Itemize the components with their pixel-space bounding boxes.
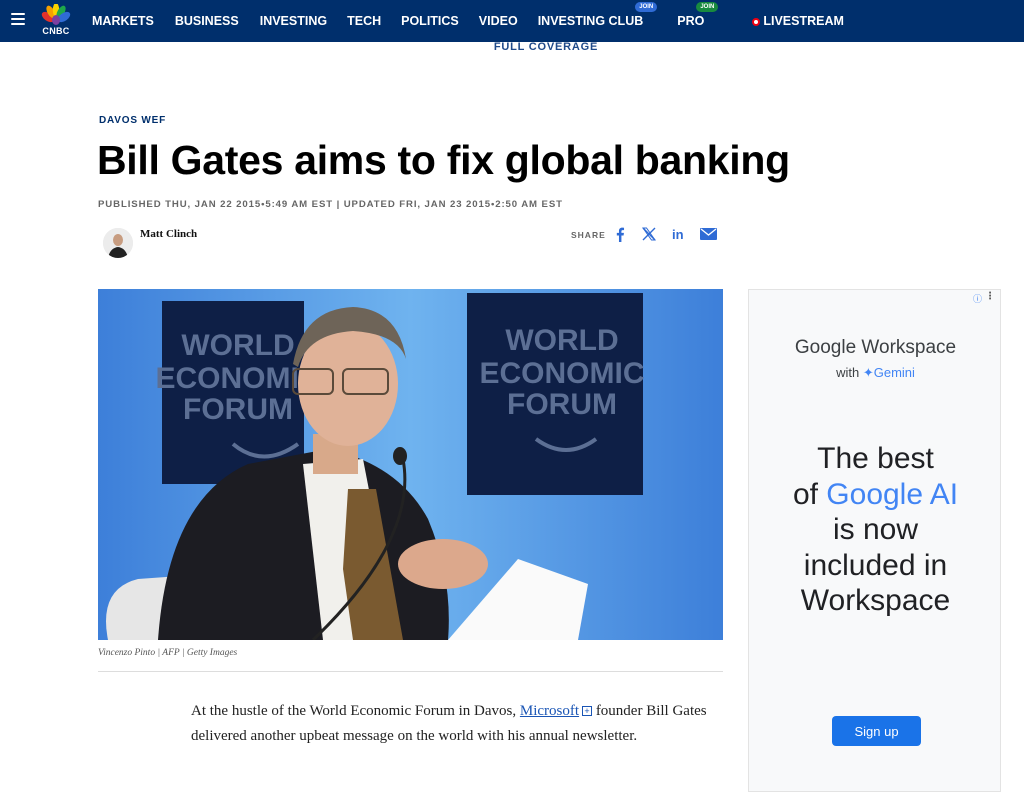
add-to-watchlist-icon[interactable]: + <box>582 706 593 716</box>
gemini-star-icon: ✦ <box>862 365 874 380</box>
logo-text: CNBC <box>42 26 70 36</box>
banner-left-line2: ECONOMIC <box>156 362 321 395</box>
article-kicker[interactable]: DAVOS WEF <box>99 115 166 126</box>
ad-with-text: with <box>836 365 860 380</box>
linkedin-icon[interactable]: in <box>670 225 688 243</box>
ad-with-gemini: with ✦Gemini <box>749 365 1002 381</box>
google-workspace-ad[interactable]: ⓘ ⋮ Google Workspace with ✦Gemini The be… <box>748 289 1001 792</box>
nav-pro[interactable]: PRO JOIN <box>677 2 719 28</box>
image-caption: Vincenzo Pinto | AFP | Getty Images <box>98 648 238 658</box>
nav-livestream[interactable]: LIVESTREAM <box>752 14 844 28</box>
banner-left-line1: WORLD <box>181 329 294 362</box>
top-nav: CNBC MARKETS BUSINESS INVESTING TECH POL… <box>0 0 1024 42</box>
ad-info-icon[interactable]: ⓘ <box>973 292 982 305</box>
cnbc-logo[interactable]: CNBC <box>38 3 74 36</box>
ad-headline-line1: The best <box>817 442 934 475</box>
live-dot-icon <box>752 18 761 26</box>
author-photo <box>103 228 133 258</box>
x-icon[interactable] <box>640 225 658 243</box>
author-avatar[interactable] <box>103 228 133 258</box>
article-headline: Bill Gates aims to fix global banking <box>97 137 790 183</box>
nav-items: MARKETS BUSINESS INVESTING TECH POLITICS… <box>92 0 844 42</box>
full-coverage-link[interactable]: FULL COVERAGE <box>0 41 1024 53</box>
ad-gemini-text: Gemini <box>873 365 915 380</box>
article-hero-image: WORLD ECONOMIC FORUM WORLD ECONOMIC FORU… <box>98 289 723 640</box>
banner-left-line3: FORUM <box>183 393 293 426</box>
nav-tech[interactable]: TECH <box>347 14 381 28</box>
divider <box>98 671 723 672</box>
microsoft-link[interactable]: Microsoft <box>520 703 579 719</box>
ad-brand: Google Workspace <box>794 337 957 358</box>
nav-investing-club-label: INVESTING CLUB <box>537 14 644 28</box>
ad-sign-up-button[interactable]: Sign up <box>832 716 921 746</box>
menu-icon[interactable] <box>11 13 25 25</box>
article-dateline: PUBLISHED THU, JAN 22 2015•5:49 AM EST |… <box>98 199 563 210</box>
nav-livestream-label: LIVESTREAM <box>763 14 844 28</box>
ad-headline-line3: is now <box>832 513 919 546</box>
banner-right-line1: WORLD <box>505 324 618 357</box>
nav-video[interactable]: VIDEO <box>479 14 518 28</box>
banner-right-line2: ECONOMIC <box>480 357 645 390</box>
email-icon[interactable] <box>699 225 717 243</box>
article-body-paragraph: At the hustle of the World Economic Foru… <box>191 699 716 749</box>
nav-investing[interactable]: INVESTING <box>260 14 327 28</box>
svg-text:in: in <box>672 228 684 241</box>
nav-business[interactable]: BUSINESS <box>175 14 239 28</box>
nav-pro-label: PRO <box>677 14 705 28</box>
join-badge: JOIN <box>696 2 719 12</box>
nav-markets[interactable]: MARKETS <box>92 14 154 28</box>
nav-investing-club[interactable]: INVESTING CLUB JOIN <box>537 2 658 28</box>
ad-headline: The best of Google AI is now included in… <box>749 441 1002 619</box>
ad-options-icon[interactable]: ⋮ <box>985 291 995 302</box>
peacock-icon <box>41 3 71 25</box>
photo-bill-gates: WORLD ECONOMIC FORUM WORLD ECONOMIC FORU… <box>98 289 723 640</box>
ad-headline-google-ai: Google AI <box>826 477 959 511</box>
author-name[interactable]: Matt Clinch <box>140 228 197 240</box>
body-text-before: At the hustle of the World Economic Foru… <box>191 703 520 719</box>
ad-headline-line2: of Google AI <box>749 477 1002 513</box>
ad-headline-line5: Workspace <box>800 584 951 617</box>
nav-politics[interactable]: POLITICS <box>401 14 459 28</box>
ad-headline-of: of <box>792 477 827 511</box>
join-badge: JOIN <box>635 2 658 12</box>
share-label: SHARE <box>571 230 606 240</box>
ad-headline-line4: included in <box>803 548 948 582</box>
facebook-icon[interactable] <box>611 225 629 243</box>
banner-right-line3: FORUM <box>507 388 617 421</box>
